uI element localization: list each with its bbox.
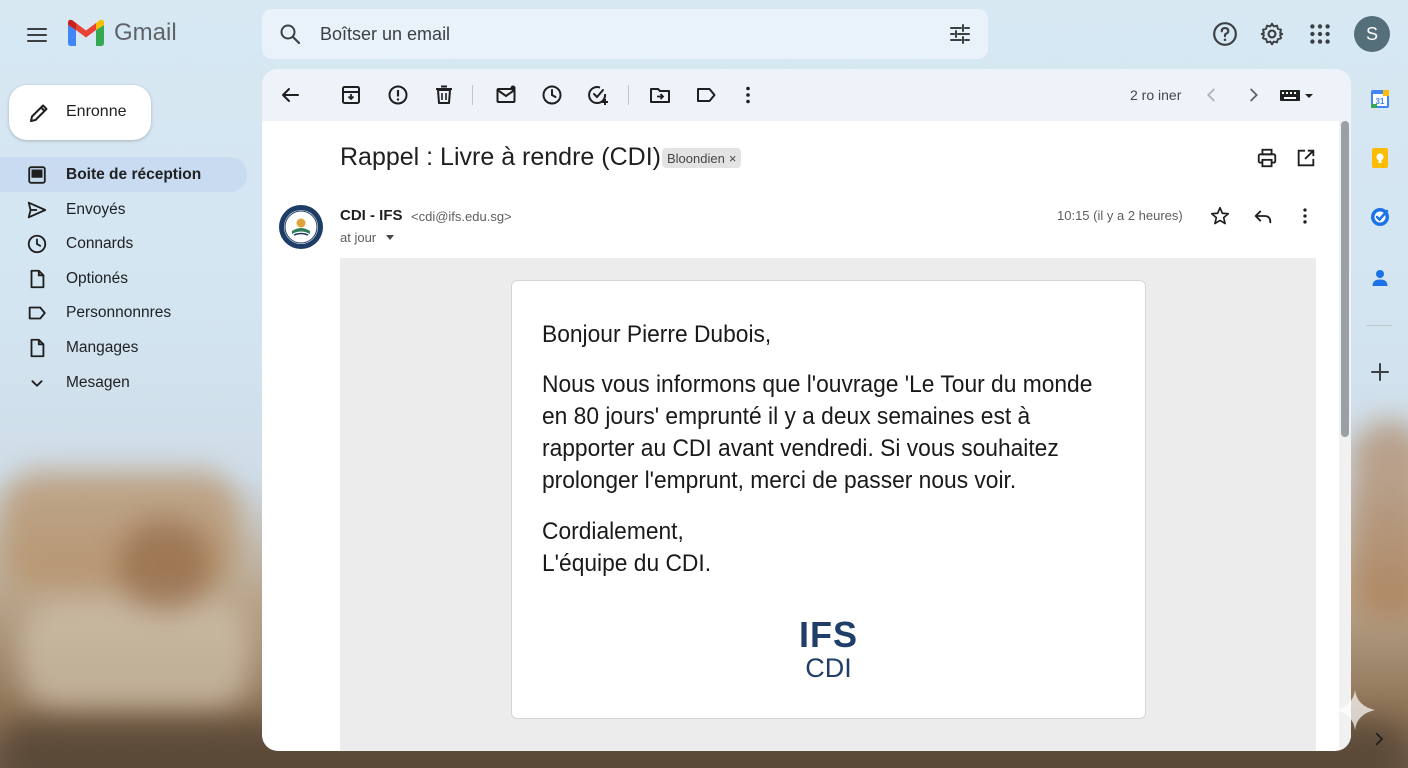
sidebar-item-label: Optionés — [66, 269, 129, 287]
gmail-logo-icon — [68, 19, 104, 46]
sparkle-icon — [1335, 690, 1375, 730]
recipient-text: at jour — [340, 230, 377, 245]
mark-unread-icon[interactable] — [494, 83, 518, 107]
tasks-icon[interactable] — [1368, 205, 1392, 229]
top-bar: Gmail S — [0, 0, 1408, 68]
sidebar-item-sent[interactable]: Envoyés — [0, 192, 247, 227]
sender-avatar-logo[interactable] — [278, 204, 324, 250]
settings-gear-icon[interactable] — [1259, 21, 1285, 47]
signature-line: L'équipe du CDI. — [542, 550, 712, 577]
menu-icon-bar — [27, 34, 47, 36]
background-shape — [20, 600, 250, 710]
report-spam-icon[interactable] — [386, 83, 410, 107]
ifs-cdi-logo: IFS CDI — [512, 614, 1145, 684]
archive-icon[interactable] — [339, 83, 363, 107]
background-shape — [1350, 420, 1408, 620]
account-avatar[interactable]: S — [1354, 16, 1390, 52]
clock-icon — [27, 235, 47, 254]
inbox-icon — [28, 166, 46, 184]
side-panel-divider — [1366, 325, 1392, 326]
file-icon — [30, 269, 45, 288]
label-chip-text: Bloondien — [667, 150, 725, 166]
help-icon[interactable] — [1212, 21, 1238, 47]
compose-button[interactable]: Enronne — [9, 85, 151, 140]
star-icon[interactable] — [1209, 205, 1231, 227]
more-vertical-icon[interactable] — [736, 83, 760, 107]
email-closing: Cordialement, L'équipe du CDI. — [542, 516, 1100, 580]
compose-label: Enronne — [66, 103, 127, 120]
chevron-left-icon[interactable] — [1201, 84, 1223, 106]
email-toolbar: 2 ro iner — [262, 69, 1351, 121]
sidebar-item-snoozed[interactable]: Connards — [0, 226, 247, 261]
email-greeting: Bonjour Pierre Dubois, — [542, 321, 772, 348]
gmail-logo-text: Gmail — [114, 19, 177, 46]
label-remove-icon[interactable]: × — [729, 151, 737, 166]
sidebar-item-labels[interactable]: Personnonnres — [0, 295, 247, 330]
menu-icon-bar — [27, 28, 47, 30]
main-menu-button[interactable] — [20, 18, 54, 52]
sidebar-item-drafts[interactable]: Optionés — [0, 261, 247, 296]
search-options-icon[interactable] — [948, 22, 972, 46]
add-plus-icon[interactable] — [1368, 360, 1392, 384]
add-task-icon[interactable] — [586, 83, 610, 107]
sidebar-item-label: Boite de réception — [66, 166, 202, 183]
email-subject: Rappel : Livre à rendre (CDI) — [340, 143, 661, 171]
back-arrow-icon[interactable] — [278, 83, 302, 107]
caret-down-icon — [386, 235, 395, 240]
apps-grid-icon[interactable] — [1307, 21, 1333, 47]
toolbar-divider — [628, 85, 629, 105]
recipient-details-toggle[interactable]: at jour — [340, 230, 395, 245]
file-icon — [30, 338, 45, 358]
pencil-icon — [30, 104, 48, 122]
snooze-clock-icon[interactable] — [540, 83, 564, 107]
logo-line-cdi: CDI — [805, 653, 852, 683]
sidebar-item-label: Mangages — [66, 338, 139, 356]
send-icon — [27, 201, 47, 218]
sidebar-item-label: Mesagen — [66, 373, 130, 391]
search-input[interactable] — [320, 22, 920, 46]
sidebar-item-more[interactable]: Mesagen — [0, 365, 247, 400]
email-paragraph: Nous vous informons que l'ouvrage 'Le To… — [542, 371, 1093, 494]
open-in-new-window-icon[interactable] — [1295, 147, 1317, 169]
search-bar[interactable] — [262, 9, 988, 59]
toolbar-divider — [472, 85, 473, 105]
reply-icon[interactable] — [1252, 205, 1274, 227]
label-icon[interactable] — [694, 83, 718, 107]
keep-notes-icon[interactable] — [1368, 146, 1392, 170]
menu-icon-bar — [27, 40, 47, 42]
sidebar-item-label: Personnonnres — [66, 304, 172, 322]
sidebar-nav: Boite de réception Envoyés Connards Opti… — [0, 157, 247, 399]
email-body-frame: Bonjour Pierre Dubois, Nous vous informo… — [340, 258, 1316, 751]
email-view-panel: 2 ro iner Rappel : Livre à rendre (CDI) … — [262, 69, 1351, 751]
scrollbar-thumb[interactable] — [1341, 121, 1349, 437]
more-vertical-icon[interactable] — [1294, 205, 1316, 227]
svg-text:31: 31 — [1376, 97, 1385, 106]
gmail-logo[interactable]: Gmail — [68, 19, 177, 47]
calendar-icon[interactable]: 31 — [1368, 87, 1392, 111]
label-icon — [28, 306, 46, 320]
sidebar-item-label: Envoyés — [66, 200, 126, 218]
print-icon[interactable] — [1256, 147, 1278, 169]
sender-name: CDI - IFS — [340, 207, 403, 224]
sender-email: <cdi@ifs.edu.sg> — [411, 209, 512, 224]
email-label-chip[interactable]: Bloondien × — [662, 148, 742, 168]
delete-trash-icon[interactable] — [432, 83, 456, 107]
sidebar-item-inbox[interactable]: Boite de réception — [0, 157, 247, 192]
sidebar-item-messages[interactable]: Mangages — [0, 330, 247, 365]
background-shape — [120, 520, 210, 610]
input-tools-keyboard-icon[interactable] — [1278, 84, 1318, 106]
chevron-down-icon — [31, 379, 43, 387]
sidebar-item-label: Connards — [66, 235, 134, 253]
chevron-right-icon[interactable] — [1370, 730, 1388, 748]
contacts-icon[interactable] — [1368, 266, 1392, 290]
logo-line-ifs: IFS — [798, 614, 858, 655]
search-icon[interactable] — [278, 22, 302, 46]
email-timestamp: 10:15 (il y a 2 heures) — [1057, 208, 1183, 223]
move-to-folder-icon[interactable] — [648, 83, 672, 107]
closing-line: Cordialement, — [542, 518, 684, 545]
pagination-text: 2 ro iner — [1130, 87, 1182, 103]
email-message-card: Bonjour Pierre Dubois, Nous vous informo… — [511, 280, 1146, 719]
chevron-right-icon[interactable] — [1242, 84, 1264, 106]
